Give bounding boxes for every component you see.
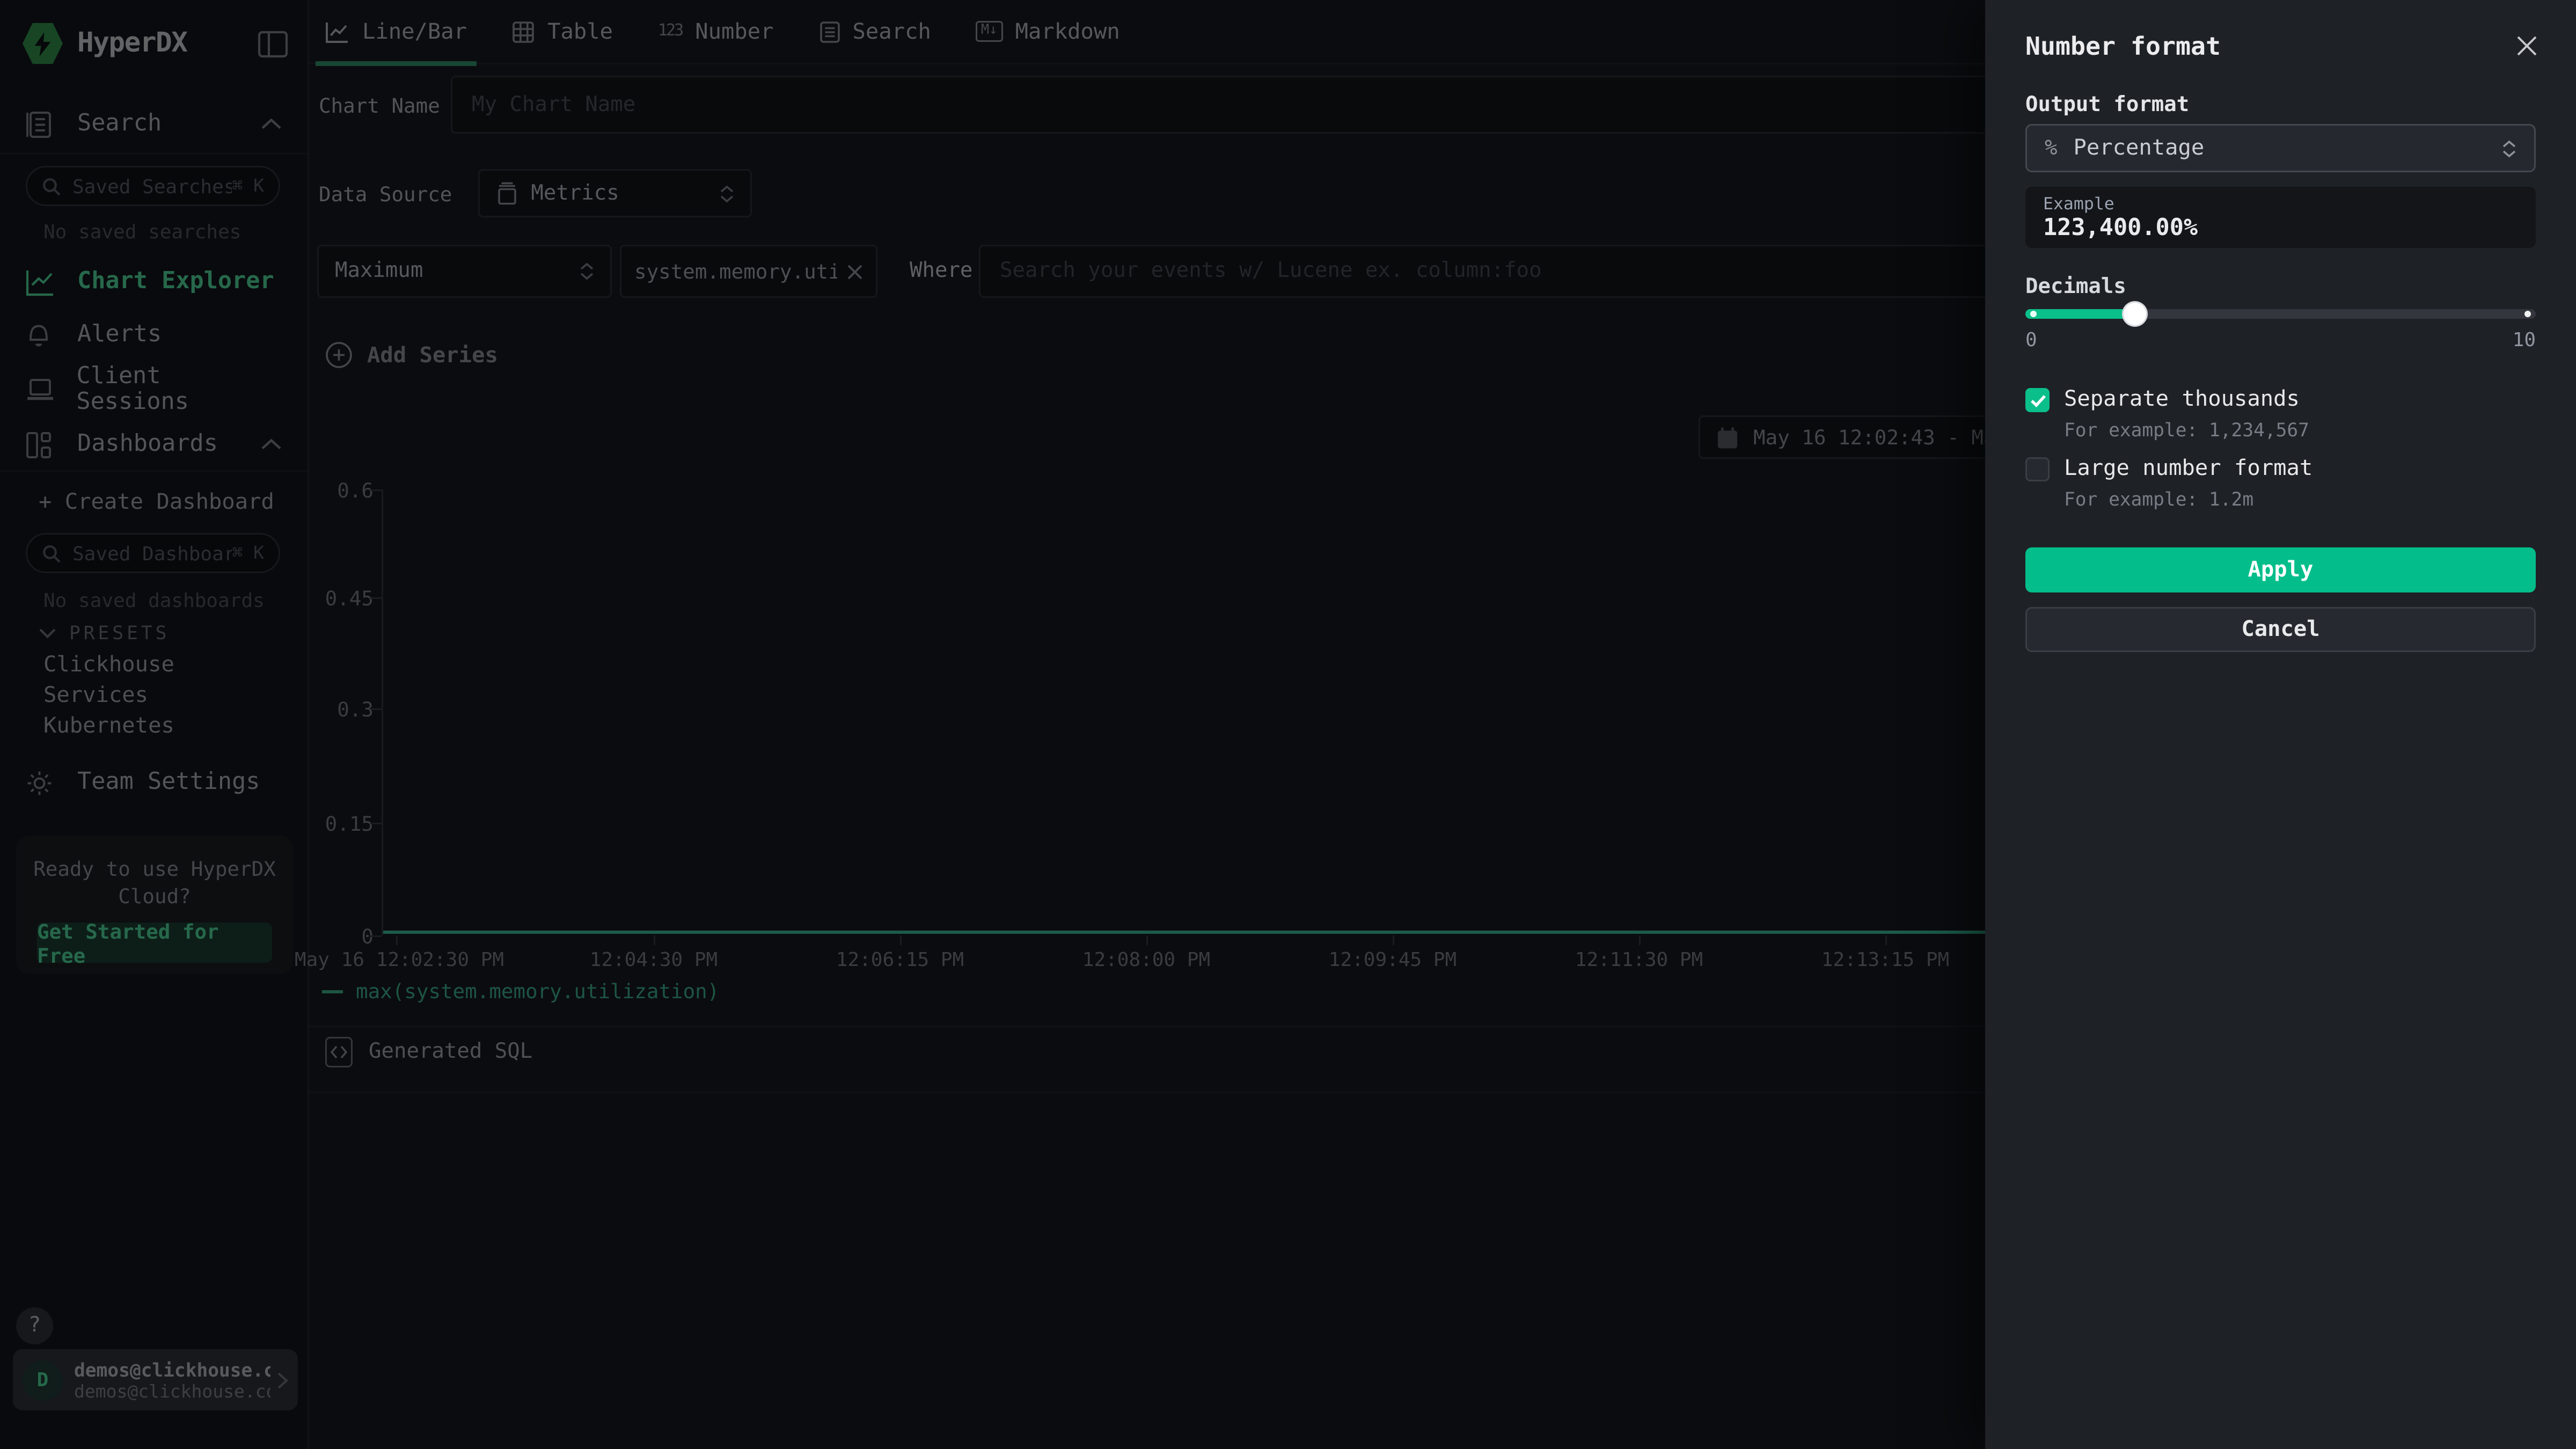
panel-title: Number format — [2025, 32, 2221, 61]
decimals-slider[interactable] — [2025, 309, 2536, 319]
slider-end-dot — [2524, 311, 2531, 317]
separate-thousands-hint: For example: 1,234,567 — [2064, 419, 2309, 441]
example-label: Example — [2043, 195, 2518, 214]
slider-thumb[interactable] — [2124, 303, 2146, 325]
number-format-panel: Number format Output format % Percentage… — [1985, 0, 2576, 1449]
checkbox-checked-icon[interactable] — [2025, 388, 2050, 412]
slider-fill — [2025, 309, 2135, 319]
select-chevrons-icon — [2502, 140, 2516, 157]
large-number-format-checkbox[interactable]: Large number format — [2025, 456, 2312, 481]
checkbox-unchecked-icon[interactable] — [2025, 457, 2050, 481]
cancel-button[interactable]: Cancel — [2025, 607, 2536, 652]
output-format-value: Percentage — [2073, 135, 2204, 161]
apply-button[interactable]: Apply — [2025, 547, 2536, 592]
output-format-label: Output format — [2025, 93, 2189, 118]
slider-start-dot — [2030, 311, 2037, 317]
percent-icon: % — [2045, 136, 2057, 160]
modal-backdrop[interactable] — [0, 0, 1985, 1449]
close-icon[interactable] — [2512, 31, 2541, 60]
large-number-format-hint: For example: 1.2m — [2064, 488, 2253, 510]
format-example-box: Example 123,400.00% — [2025, 187, 2536, 248]
slider-min-label: 0 — [2025, 328, 2037, 351]
output-format-select[interactable]: % Percentage — [2025, 124, 2536, 172]
decimals-label: Decimals — [2025, 275, 2126, 299]
slider-max-label: 10 — [2513, 328, 2536, 351]
app-window: HyperDX Search ⌘ K No saved searches — [0, 0, 2576, 1449]
separate-thousands-checkbox[interactable]: Separate thousands — [2025, 386, 2300, 412]
example-value: 123,400.00% — [2043, 216, 2518, 241]
